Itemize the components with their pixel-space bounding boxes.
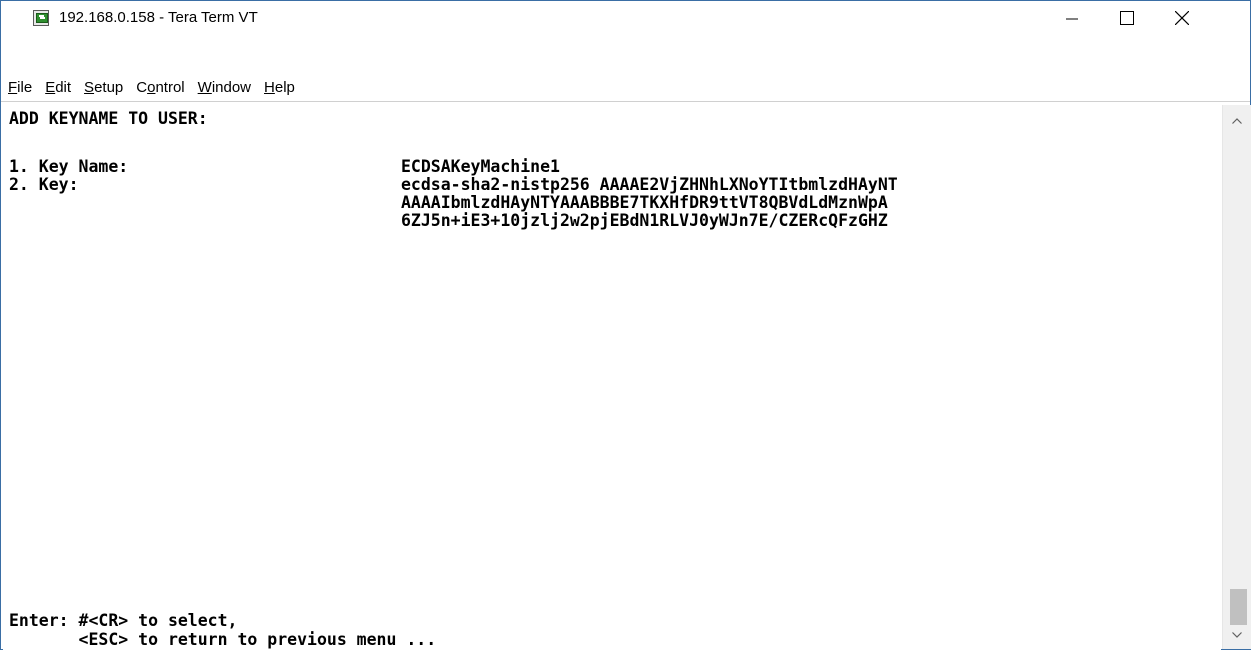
key-value-line-2: AAAAIbmlzdHAyNTYAAABBBE7TKXHfDR9ttVT8QBV… xyxy=(401,193,888,212)
prompt-line-2: <ESC> to return to previous menu ... xyxy=(9,630,437,649)
key-value-line-1: ecdsa-sha2-nistp256 AAAAE2VjZHNhLXNoYTIt… xyxy=(401,175,898,194)
key-value-line-3: 6ZJ5n+iE3+10jzlj2w2pjEBdN1RLVJ0yWJn7E/CZ… xyxy=(401,211,888,230)
screen-heading: ADD KEYNAME TO USER: xyxy=(9,109,208,128)
key-name-label: 1. Key Name: xyxy=(9,157,129,176)
window-title: 192.168.0.158 - Tera Term VT xyxy=(59,9,258,26)
chevron-up-icon xyxy=(1232,118,1242,124)
minimize-button[interactable] xyxy=(1049,1,1095,34)
menu-setup[interactable]: Setup xyxy=(84,79,123,96)
maximize-button[interactable] xyxy=(1104,1,1150,34)
menu-window[interactable]: Window xyxy=(198,79,251,96)
title-bar[interactable]: 192.168.0.158 - Tera Term VT xyxy=(1,1,1250,34)
scroll-thumb[interactable] xyxy=(1230,589,1247,625)
key-name-value: ECDSAKeyMachine1 xyxy=(401,157,560,176)
menu-bar: File Edit Setup Control Window Help xyxy=(1,73,1250,102)
close-button[interactable] xyxy=(1159,1,1205,34)
menu-file[interactable]: File xyxy=(8,79,32,96)
prompt-line-1: Enter: #<CR> to select, xyxy=(9,611,238,630)
terminal-screen[interactable]: ADD KEYNAME TO USER: 1. Key Name: ECDSAK… xyxy=(3,105,1221,651)
scroll-down-button[interactable] xyxy=(1223,621,1251,649)
minimize-icon xyxy=(1066,18,1078,19)
key-label: 2. Key: xyxy=(9,175,79,194)
maximize-icon xyxy=(1120,10,1134,25)
teraterm-icon[interactable] xyxy=(33,10,49,26)
terminal-window: 192.168.0.158 - Tera Term VT File Edit S… xyxy=(0,0,1251,651)
menu-edit[interactable]: Edit xyxy=(45,79,71,96)
menu-control[interactable]: Control xyxy=(136,79,184,96)
close-icon xyxy=(1175,10,1189,25)
vertical-scrollbar[interactable] xyxy=(1222,105,1251,649)
scroll-up-button[interactable] xyxy=(1223,107,1251,135)
chevron-down-icon xyxy=(1232,632,1242,638)
menu-help[interactable]: Help xyxy=(264,79,295,96)
